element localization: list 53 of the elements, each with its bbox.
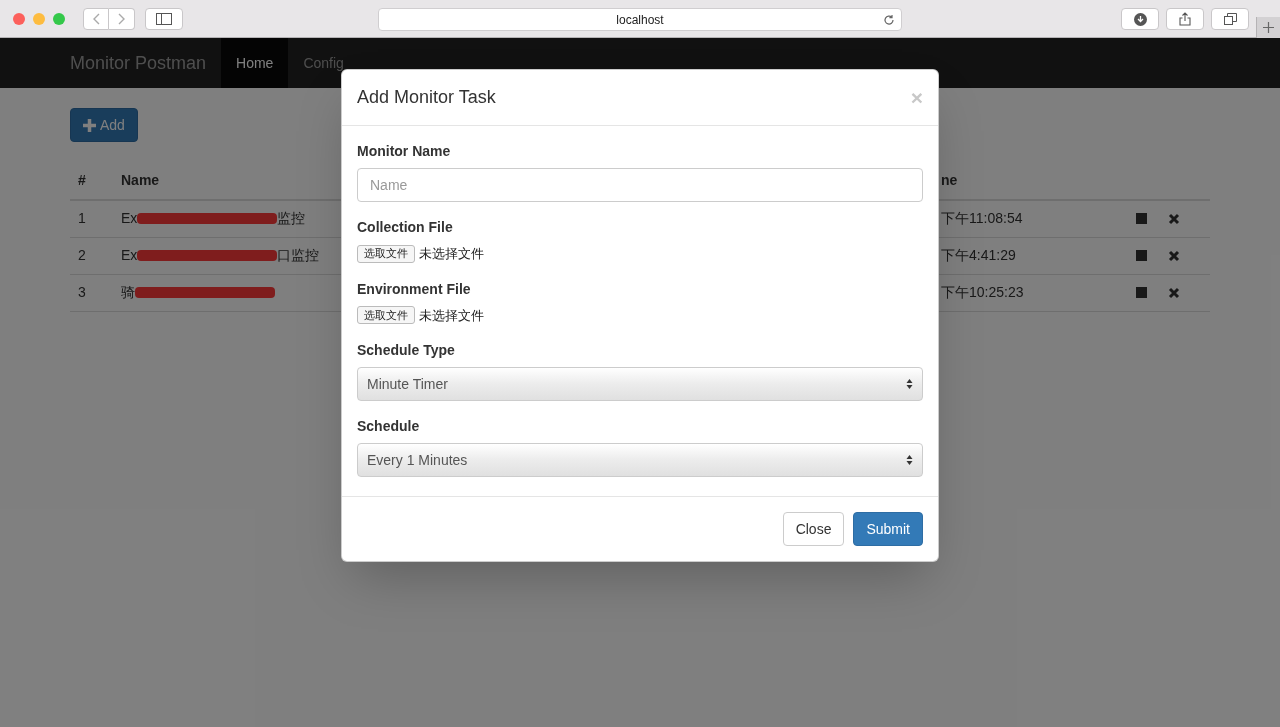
table-cell-text: 下午11:08:54 bbox=[941, 209, 1024, 229]
plus-icon bbox=[83, 118, 96, 132]
share-button[interactable] bbox=[1166, 8, 1204, 30]
file-choose-button[interactable]: 选取文件 bbox=[357, 244, 415, 263]
field-label: Environment File bbox=[357, 279, 472, 299]
table-cell-text: 口监控 bbox=[277, 246, 320, 265]
file-status: 未选择文件 bbox=[419, 306, 484, 325]
chevron-left-icon bbox=[92, 12, 100, 25]
text-input[interactable]: Name bbox=[357, 168, 923, 202]
tabs-button[interactable] bbox=[1211, 8, 1249, 30]
column-header: ne bbox=[941, 172, 958, 188]
column-header: Name bbox=[121, 172, 160, 188]
table-cell-text: 监控 bbox=[277, 209, 306, 229]
field-label: Monitor Name bbox=[357, 142, 452, 161]
table-cell: 3 bbox=[78, 284, 86, 300]
close-button[interactable]: Close bbox=[782, 512, 845, 546]
address-text: localhost bbox=[616, 11, 664, 29]
select-field[interactable]: Minute Timer bbox=[357, 367, 923, 401]
updown-caret-icon bbox=[906, 378, 913, 390]
plus-icon bbox=[1263, 22, 1274, 33]
sidebar-button[interactable] bbox=[145, 7, 183, 30]
column-header: # bbox=[78, 172, 86, 188]
table-cell-text: Ex bbox=[121, 246, 138, 265]
new-tab-button[interactable] bbox=[1256, 17, 1280, 38]
table-cell-text: Ex bbox=[121, 209, 138, 229]
sidebar-icon bbox=[156, 12, 172, 25]
tabs-icon bbox=[1223, 13, 1237, 25]
close-window-icon[interactable] bbox=[13, 12, 25, 25]
file-status: 未选择文件 bbox=[419, 245, 484, 263]
reload-icon[interactable] bbox=[883, 13, 895, 26]
table-cell: 2 bbox=[78, 247, 86, 263]
stop-icon[interactable] bbox=[1136, 213, 1147, 225]
share-icon bbox=[1179, 12, 1191, 26]
chevron-right-icon bbox=[117, 12, 126, 25]
nav-tab[interactable]: Home bbox=[221, 38, 289, 88]
field-label: Schedule Type bbox=[357, 341, 456, 360]
table-cell-text: 下午10:25:23 bbox=[941, 283, 1025, 302]
file-choose-button[interactable]: 选取文件 bbox=[357, 306, 415, 325]
download-icon bbox=[1133, 12, 1147, 26]
close-icon[interactable] bbox=[1168, 286, 1180, 299]
updown-caret-icon bbox=[906, 454, 913, 466]
submit-button[interactable]: Submit bbox=[853, 512, 923, 546]
download-button[interactable] bbox=[1121, 8, 1159, 30]
field-label: Collection File bbox=[357, 218, 454, 237]
address-bar[interactable]: localhost bbox=[378, 8, 902, 31]
modal-title: Add Monitor Task bbox=[357, 86, 496, 109]
table-cell: 1 bbox=[78, 210, 86, 227]
close-icon[interactable] bbox=[1168, 249, 1180, 262]
select-field[interactable]: Every 1 Minutes bbox=[357, 443, 923, 477]
table-cell-text: 下午4:41:29 bbox=[941, 246, 1017, 265]
table-cell-text: 骑 bbox=[121, 283, 135, 302]
close-icon[interactable] bbox=[1168, 212, 1180, 225]
field-label: Schedule bbox=[357, 417, 421, 436]
